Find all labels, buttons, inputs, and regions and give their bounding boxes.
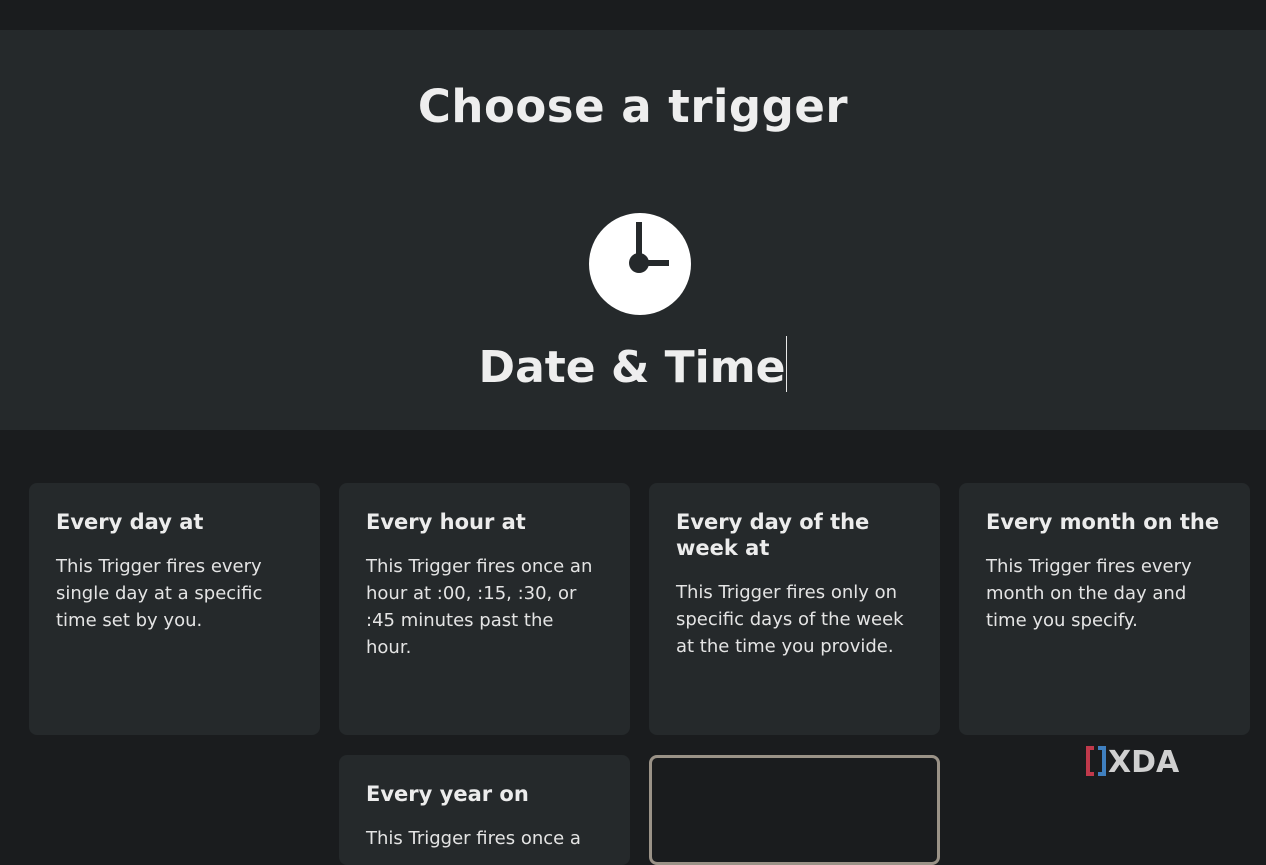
trigger-title: Every month on the [986, 510, 1220, 534]
clock-icon [589, 213, 691, 315]
trigger-title: Every year on [366, 782, 529, 806]
trigger-description: This Trigger fires every month on the da… [986, 556, 1192, 631]
trigger-description: This Trigger fires only on specific days… [676, 582, 904, 657]
trigger-title: Every hour at [366, 510, 526, 534]
hero-section: Choose a trigger Date & Time [0, 30, 1266, 430]
xda-watermark-logo: XDA [1086, 745, 1180, 780]
trigger-title: Every day of the week at [676, 510, 870, 560]
trigger-description: This Trigger fires once a [366, 828, 581, 849]
trigger-description: This Trigger fires every single day at a… [56, 556, 263, 631]
trigger-card-focused[interactable] [649, 755, 940, 865]
service-name: Date & Time [0, 336, 1266, 393]
trigger-card-every-year[interactable]: Every year on This Trigger fires once a [339, 755, 630, 865]
text-cursor [786, 336, 788, 392]
trigger-description: This Trigger fires once an hour at :00, … [366, 556, 593, 658]
page-title: Choose a trigger [417, 80, 849, 133]
trigger-card-every-month[interactable]: Every month on the This Trigger fires ev… [959, 483, 1250, 735]
top-bar [0, 0, 1266, 30]
trigger-card-every-hour[interactable]: Every hour at This Trigger fires once an… [339, 483, 630, 735]
trigger-card-every-day[interactable]: Every day at This Trigger fires every si… [29, 483, 320, 735]
trigger-title: Every day at [56, 510, 204, 534]
trigger-card-every-day-of-week[interactable]: Every day of the week at This Trigger fi… [649, 483, 940, 735]
service-name-text: Date & Time [478, 342, 786, 393]
watermark-text: XDA [1108, 745, 1180, 780]
